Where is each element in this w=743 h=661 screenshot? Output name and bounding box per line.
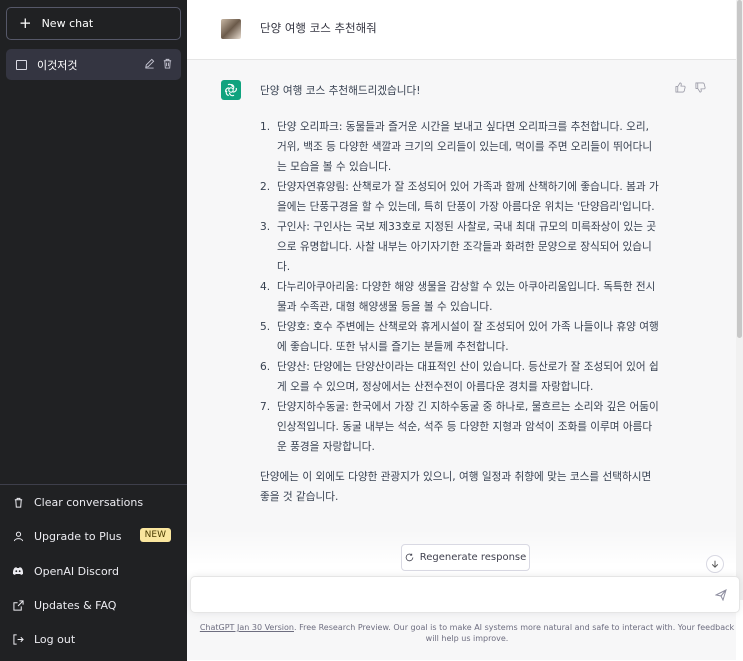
list-item: 5. 단양호: 호수 주변에는 산책로와 휴게시설이 잘 조성되어 있어 가족 나… [260,321,659,353]
user-message: 단양 여행 코스 추천해줘 [260,21,377,35]
discord-icon [12,565,24,577]
footer-disclaimer: ChatGPT Jan 30 Version. Free Research Pr… [197,622,737,644]
openai-logo-icon [221,80,241,100]
external-link-icon [12,599,24,611]
arrow-down-icon [711,560,719,568]
logout-icon [12,633,24,645]
thumbs-down-icon[interactable] [695,82,706,93]
scrollbar-thumb[interactable] [737,0,742,338]
footer-text: . Free Research Preview. Our goal is to … [294,623,735,643]
sidebar-item-conversation[interactable]: 이것저것 [6,49,181,80]
refresh-icon [405,553,414,562]
list-item: 3. 구인사: 구인사는 국보 제33호로 지정된 사찰로, 국내 최대 규모의 … [260,221,657,273]
sidebar: + New chat 이것저것 Clear conversations Upgr… [0,0,187,661]
sidebar-divider [0,484,187,485]
scroll-down-button[interactable] [706,555,724,573]
assistant-intro: 단양 여행 코스 추천해드리겠습니다! [260,85,421,97]
assistant-outro: 단양에는 이 외에도 다양한 관광지가 있으니, 여행 일정과 취향에 맞는 코… [260,471,652,503]
trash-icon[interactable] [162,58,173,69]
user-avatar [221,19,241,39]
chat-bubble-icon [16,59,27,70]
plus-icon: + [19,14,32,32]
updates-faq-link[interactable]: Updates & FAQ [12,595,177,615]
regenerate-response-button[interactable]: Regenerate response [401,544,530,571]
list-item: 4. 다누리아쿠아리움: 다양한 해양 생물을 감상할 수 있는 아쿠아리움입니다… [260,281,656,313]
thumbs-up-icon[interactable] [675,82,686,93]
new-chat-label: New chat [41,17,94,30]
sidebar-item-label: 이것저것 [37,58,78,72]
list-item: 6. 단양산: 단양에는 단양산이라는 대표적인 산이 있습니다. 등산로가 잘 … [260,361,659,393]
scrollbar[interactable] [736,0,743,600]
message-input[interactable] [190,576,740,613]
upgrade-to-plus-button[interactable]: Upgrade to Plus NEW [12,526,177,546]
edit-icon[interactable] [144,58,155,69]
new-chat-button[interactable]: + New chat [6,7,181,40]
user-icon [12,530,24,542]
feedback-buttons [675,82,706,93]
regenerate-label: Regenerate response [419,552,527,563]
upgrade-label: Upgrade to Plus [34,529,122,543]
openai-discord-link[interactable]: OpenAI Discord [12,561,177,581]
discord-label: OpenAI Discord [34,564,119,578]
updates-label: Updates & FAQ [34,598,117,612]
assistant-message: 단양 여행 코스 추천해드리겠습니다! 1. 단양 오리파크: 동물들과 즐거운 … [260,81,660,507]
list-item: 1. 단양 오리파크: 동물들과 즐거운 시간을 보내고 싶다면 오리파크를 추천… [260,121,653,173]
new-badge: NEW [139,528,171,542]
user-message-row: 단양 여행 코스 추천해줘 [187,0,743,60]
trash-icon [12,496,24,508]
log-out-button[interactable]: Log out [12,629,177,649]
recommendation-list: 1. 단양 오리파크: 동물들과 즐거운 시간을 보내고 싶다면 오리파크를 추천… [260,117,660,457]
logout-label: Log out [34,632,76,646]
send-icon[interactable] [715,589,727,601]
list-item: 2. 단양자연휴양림: 산책로가 잘 조성되어 있어 가족과 함께 산책하기에 좋… [260,181,659,213]
list-item: 7. 단양지하수동굴: 한국에서 가장 긴 지하수동굴 중 하나로, 물흐르는 소… [260,401,659,453]
chat-main: 단양 여행 코스 추천해줘 단양 여행 코스 추천해드리겠습니다! 1. 단양 오… [187,0,743,661]
clear-conversations-button[interactable]: Clear conversations [12,492,177,512]
version-link[interactable]: ChatGPT Jan 30 Version [200,623,294,632]
clear-conversations-label: Clear conversations [34,495,144,509]
